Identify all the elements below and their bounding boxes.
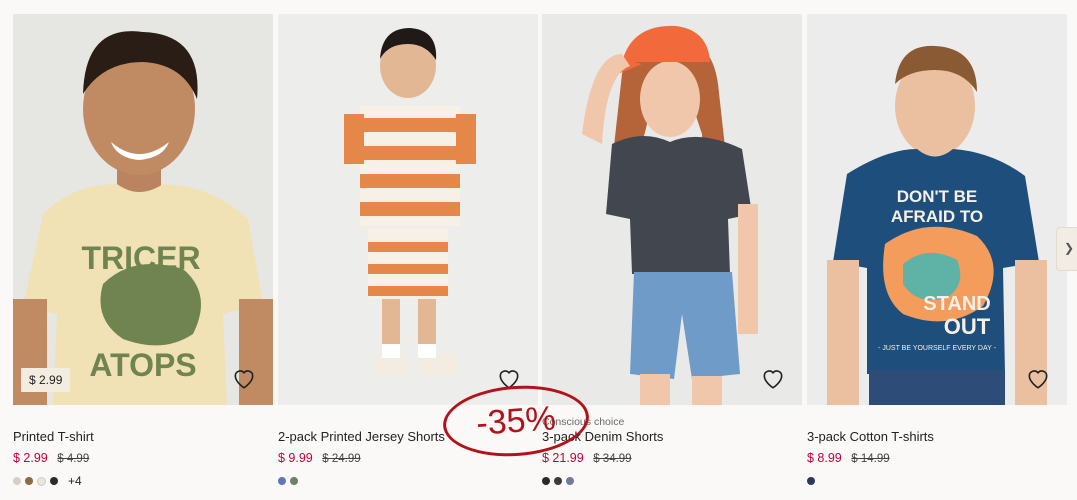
original-price: $ 34.99 [593,453,632,465]
product-photo-illustration [278,14,538,405]
color-swatch[interactable] [278,477,286,485]
shirt-print-small-text: - JUST BE YOURSELF EVERY DAY - [878,345,997,352]
color-swatches [542,475,802,487]
sale-price: $ 9.99 [278,451,313,465]
sale-price: $ 2.99 [13,451,48,465]
color-swatch[interactable] [807,477,815,485]
product-title[interactable]: 3-pack Cotton T-shirts [807,429,1067,445]
color-swatch[interactable] [566,477,574,485]
original-price: $ 14.99 [851,453,890,465]
sale-price: $ 8.99 [807,451,842,465]
color-swatch[interactable] [25,477,33,485]
color-swatch[interactable] [50,477,58,485]
heart-icon[interactable] [760,365,786,391]
original-price: $ 24.99 [322,453,361,465]
shirt-print-line-1: DON'T BE [897,187,978,206]
chevron-right-icon: ❯ [1064,241,1075,255]
heart-icon[interactable] [231,365,257,391]
product-card[interactable]: TRICER ATOPS $ 2.99 Printed T-shirt $ 2.… [13,14,273,488]
color-swatch[interactable] [37,476,46,486]
carousel-next-button[interactable]: ❯ [1056,227,1077,271]
original-price: $ 4.99 [57,453,90,465]
product-photo-illustration: DON'T BE AFRAID TO STAND OUT - JUST BE Y… [807,14,1067,405]
product-image[interactable]: DON'T BE AFRAID TO STAND OUT - JUST BE Y… [807,14,1067,405]
product-image[interactable] [542,14,802,405]
product-carousel: TRICER ATOPS $ 2.99 Printed T-shirt $ 2.… [0,0,1077,500]
product-image[interactable] [278,14,538,405]
shirt-print-line-4: OUT [944,314,991,339]
color-swatches [807,475,1067,487]
color-swatch[interactable] [542,477,550,485]
product-prices: $ 8.99 $ 14.99 [807,451,1067,467]
shirt-print-bottom-text: ATOPS [89,347,196,383]
color-swatch[interactable] [13,477,21,485]
product-image[interactable]: TRICER ATOPS $ 2.99 [13,14,273,405]
product-prices: $ 21.99 $ 34.99 [542,451,802,467]
product-photo-illustration: TRICER ATOPS [13,14,273,405]
heart-icon[interactable] [1025,365,1051,391]
product-prices: $ 2.99 $ 4.99 [13,451,273,467]
product-title[interactable]: Printed T-shirt [13,429,273,445]
product-photo-illustration [542,14,802,405]
shirt-print-line-2: AFRAID TO [891,207,983,226]
color-swatches [278,475,538,487]
more-colors[interactable]: +4 [68,474,82,488]
color-swatch[interactable] [290,477,298,485]
shirt-print-line-3: STAND [923,293,990,315]
price-tag: $ 2.99 [21,368,71,392]
product-card[interactable]: DON'T BE AFRAID TO STAND OUT - JUST BE Y… [807,14,1067,487]
color-swatches: +4 [13,474,273,488]
color-swatch[interactable] [554,477,562,485]
sale-price: $ 21.99 [542,451,584,465]
